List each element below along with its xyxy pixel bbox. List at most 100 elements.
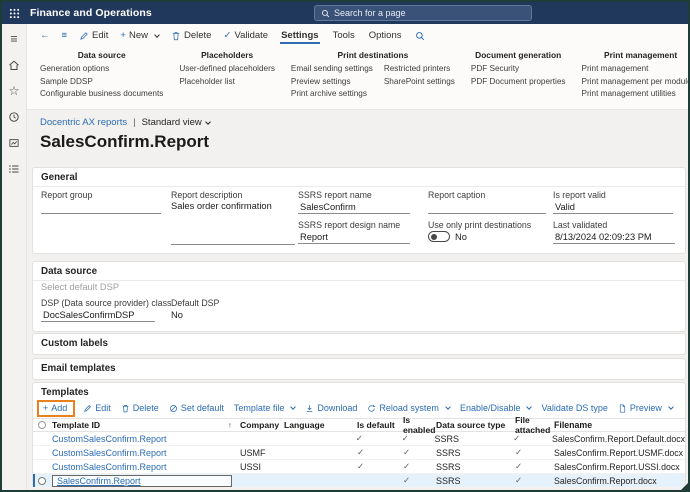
- link-pdf-document-properties[interactable]: PDF Document properties: [471, 76, 566, 89]
- template-id-cell-editor[interactable]: SalesConfirm.Report: [52, 474, 232, 487]
- group-placeholders: Placeholders User-defined placeholders P…: [179, 50, 275, 88]
- link-pdf-security[interactable]: PDF Security: [471, 63, 566, 76]
- table-row[interactable]: CustomSalesConfirm.Report ✓ ✓ SSRS ✓ Sal…: [33, 432, 685, 446]
- column-filename[interactable]: Filename: [554, 420, 685, 430]
- hamburger-icon[interactable]: ≡: [7, 32, 21, 46]
- ssrs-design-name-field[interactable]: Report: [298, 231, 410, 244]
- template-id-link[interactable]: CustomSalesConfirm.Report: [52, 448, 167, 458]
- action-pane-commands: ← ≡ Edit + New Delete ✓ Validate Setting…: [27, 24, 688, 47]
- link-configurable-business-documents[interactable]: Configurable business documents: [40, 88, 163, 101]
- modules-list-icon[interactable]: [7, 162, 21, 176]
- link-sharepoint-settings[interactable]: SharePoint settings: [384, 76, 455, 89]
- chevron-down-icon: [445, 404, 451, 410]
- edit-template-button[interactable]: Edit: [83, 403, 111, 413]
- template-file-menu[interactable]: Template file: [234, 403, 297, 413]
- action-search-icon[interactable]: [415, 31, 425, 41]
- table-row-selected[interactable]: SalesConfirm.Report ✓ SSRS ✓ SalesConfir…: [33, 474, 685, 488]
- section-header-email-templates[interactable]: Email templates: [33, 359, 685, 377]
- preview-menu[interactable]: Preview: [618, 403, 674, 413]
- link-print-management-utilities[interactable]: Print management utilities: [582, 88, 688, 101]
- check-icon: ✓: [403, 461, 411, 471]
- action-pane-menu-icon[interactable]: ≡: [62, 30, 68, 41]
- last-validated-label: Last validated: [553, 220, 608, 230]
- report-group-label: Report group: [41, 190, 93, 200]
- page-content: Docentric AX reports | Standard view Sal…: [27, 110, 688, 490]
- report-group-field[interactable]: [41, 201, 161, 214]
- report-description-field[interactable]: Sales order confirmation: [171, 201, 272, 211]
- action-pane: ← ≡ Edit + New Delete ✓ Validate Setting…: [27, 24, 688, 110]
- is-report-valid-label: Is report valid: [553, 190, 606, 200]
- app-title: Finance and Operations: [30, 7, 152, 19]
- tab-settings[interactable]: Settings: [280, 28, 320, 44]
- link-restricted-printers[interactable]: Restricted printers: [384, 63, 455, 76]
- link-email-sending-settings[interactable]: Email sending settings: [291, 63, 373, 76]
- check-icon: ✓: [403, 447, 411, 457]
- link-sample-ddsp[interactable]: Sample DDSP: [40, 76, 163, 89]
- column-data-source-type[interactable]: Data source type: [436, 420, 510, 430]
- link-print-archive-settings[interactable]: Print archive settings: [291, 88, 373, 101]
- table-row[interactable]: CustomSalesConfirm.Report USMF ✓ ✓ SSRS …: [33, 446, 685, 460]
- waffle-menu-icon[interactable]: [2, 8, 26, 19]
- add-template-button[interactable]: + Add: [43, 403, 67, 413]
- link-placeholder-list[interactable]: Placeholder list: [179, 76, 275, 89]
- edit-button[interactable]: Edit: [79, 30, 108, 41]
- report-caption-field[interactable]: [428, 201, 546, 214]
- table-row[interactable]: CustomSalesConfirm.Report USSI ✓ ✓ SSRS …: [33, 460, 685, 474]
- back-button[interactable]: ←: [40, 30, 50, 41]
- template-id-link[interactable]: SalesConfirm.Report: [57, 476, 141, 486]
- ssrs-report-name-label: SSRS report name: [298, 190, 372, 200]
- column-company[interactable]: Company: [240, 420, 284, 430]
- dsp-class-field[interactable]: DocSalesConfirmDSP: [41, 309, 155, 322]
- view-selector[interactable]: Standard view: [142, 117, 211, 128]
- delete-button[interactable]: Delete: [171, 30, 211, 41]
- tab-tools[interactable]: Tools: [332, 28, 356, 44]
- check-icon: ✓: [515, 475, 523, 485]
- link-print-management[interactable]: Print management: [582, 63, 688, 76]
- home-icon[interactable]: [7, 58, 21, 72]
- validate-ds-type-button[interactable]: Validate DS type: [541, 403, 607, 413]
- download-button[interactable]: Download: [305, 403, 357, 413]
- select-default-dsp-button[interactable]: Select default DSP: [41, 282, 119, 292]
- template-id-link[interactable]: CustomSalesConfirm.Report: [52, 462, 167, 472]
- link-preview-settings[interactable]: Preview settings: [291, 76, 373, 89]
- column-language[interactable]: Language: [284, 420, 352, 430]
- reload-system-menu[interactable]: Reload system: [367, 403, 451, 413]
- validate-button[interactable]: ✓ Validate: [223, 30, 268, 41]
- section-templates: Templates + Add Edit Delete Set default …: [32, 382, 686, 488]
- action-pane-groups: Data source Generation options Sample DD…: [27, 47, 688, 103]
- section-email-templates: Email templates: [32, 358, 686, 380]
- template-id-link[interactable]: CustomSalesConfirm.Report: [52, 434, 167, 444]
- select-all-radio[interactable]: [37, 421, 46, 429]
- set-default-button[interactable]: Set default: [169, 403, 224, 413]
- link-user-defined-placeholders[interactable]: User-defined placeholders: [179, 63, 275, 76]
- section-header-data-source[interactable]: Data source: [33, 262, 685, 281]
- report-description-label: Report description: [171, 190, 243, 200]
- ssrs-report-name-field[interactable]: SalesConfirm: [298, 201, 410, 214]
- new-button[interactable]: + New: [120, 30, 160, 41]
- dsp-class-label: DSP (Data source provider) class: [41, 298, 172, 308]
- recent-clock-icon[interactable]: [7, 110, 21, 124]
- tab-options[interactable]: Options: [368, 28, 403, 44]
- section-header-templates[interactable]: Templates: [33, 383, 685, 399]
- group-print-management: Print management Print management Print …: [582, 50, 688, 101]
- nav-sidebar: ≡ ☆: [2, 24, 27, 490]
- use-only-print-destinations-toggle[interactable]: No: [428, 231, 467, 242]
- enable-disable-menu[interactable]: Enable/Disable: [460, 403, 533, 413]
- delete-template-button[interactable]: Delete: [121, 403, 159, 413]
- section-header-general[interactable]: General: [33, 168, 685, 187]
- check-icon: ✓: [515, 447, 523, 457]
- window-corner: [680, 482, 688, 490]
- section-data-source: Data source Select default DSP DSP (Data…: [32, 261, 686, 332]
- workspaces-icon[interactable]: [7, 136, 21, 150]
- active-row-indicator: [33, 474, 35, 487]
- favorites-star-icon[interactable]: ☆: [7, 84, 21, 98]
- page-search-input[interactable]: Search for a page: [314, 5, 532, 21]
- section-header-custom-labels[interactable]: Custom labels: [33, 334, 685, 352]
- row-selector-radio[interactable]: [37, 476, 46, 485]
- breadcrumb-link[interactable]: Docentric AX reports: [40, 117, 127, 128]
- column-template-id[interactable]: Template ID ↑: [50, 420, 240, 430]
- link-print-management-per-module[interactable]: Print management per module: [582, 76, 688, 89]
- column-is-default[interactable]: Is default: [352, 420, 398, 430]
- check-icon: ✓: [357, 461, 365, 471]
- link-generation-options[interactable]: Generation options: [40, 63, 163, 76]
